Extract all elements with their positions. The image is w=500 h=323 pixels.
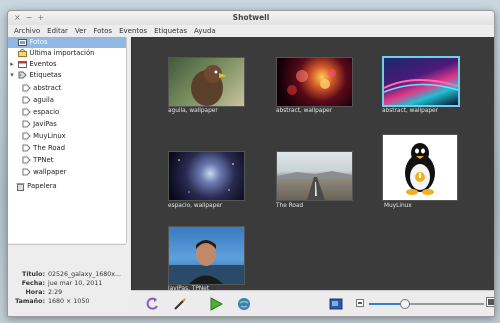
menu-ayuda[interactable]: Ayuda: [194, 27, 216, 35]
fullscreen-icon[interactable]: [329, 296, 343, 310]
photo-info-panel: Título: 02526_galaxy_1680x... Fecha: jue m…: [8, 244, 126, 316]
photo-thumbnail-espacio[interactable]: [168, 151, 245, 201]
enhance-icon[interactable]: [173, 297, 187, 311]
menu-editar[interactable]: Editar: [47, 27, 68, 35]
photo-thumbnail-abstract-waves[interactable]: [382, 56, 460, 107]
rotate-icon[interactable]: [145, 297, 159, 311]
sidebar-item-fotos[interactable]: Fotos: [8, 37, 126, 48]
info-date-row: Fecha: jue mar 10, 2011: [21, 280, 103, 287]
tag-icon: [22, 108, 31, 116]
photo-caption: aguila, wallpaper: [168, 108, 218, 114]
tag-icon: [22, 168, 31, 176]
menu-archivo[interactable]: Archivo: [14, 27, 40, 35]
tag-icon: [22, 156, 31, 164]
zoom-slider-handle[interactable]: [399, 299, 410, 309]
galaxy-image: [178, 159, 234, 193]
photo-thumbnail-javipas[interactable]: [168, 226, 245, 285]
sidebar-tag-abstract[interactable]: abstract: [22, 83, 61, 94]
collapse-icon[interactable]: ▾: [8, 70, 16, 81]
info-title-row: Título: 02526_galaxy_1680x...: [22, 271, 122, 278]
info-time-row: Hora: 2:29: [25, 289, 63, 296]
shotwell-window: × − + Shotwell Archivo Editar Ver Fotos …: [7, 10, 495, 317]
sidebar: Fotos Última importación ▸ Eventos ▾ Eti…: [8, 37, 127, 243]
tag-icon: [22, 96, 31, 104]
expander-icon[interactable]: ▸: [8, 59, 16, 70]
info-size-row: Tamaño: 1680 × 1050: [15, 298, 90, 305]
title-bar: × − + Shotwell: [8, 11, 494, 26]
zoom-in-icon[interactable]: [486, 297, 495, 307]
zoom-slider-fill: [369, 303, 404, 305]
photo-thumbnail-abstract-bokeh[interactable]: [276, 57, 353, 107]
menu-etiquetas[interactable]: Etiquetas: [154, 27, 187, 35]
tux-penguin-image: [405, 143, 435, 195]
photos-icon: [18, 39, 28, 46]
road-image: [277, 171, 352, 200]
menu-bar: Archivo Editar Ver Fotos Eventos Etiquet…: [8, 25, 494, 37]
photo-caption: abstract, wallpaper: [276, 108, 332, 114]
tag-icon: [22, 144, 31, 152]
eagle-image: [191, 65, 227, 106]
last-import-icon: [18, 49, 28, 57]
bokeh-image: [287, 69, 336, 95]
bottom-toolbar: [131, 290, 495, 316]
sidebar-item-eventos[interactable]: ▸ Eventos: [8, 59, 57, 70]
menu-fotos[interactable]: Fotos: [93, 27, 112, 35]
waves-image: [384, 78, 458, 93]
photo-grid: aguila, wallpaper abstract, wallpaper ab…: [131, 37, 494, 292]
tag-icon: [22, 84, 31, 92]
publish-icon[interactable]: [237, 297, 251, 311]
sidebar-tag-javipas[interactable]: JaviPas: [22, 119, 57, 130]
photo-caption: abstract, wallpaper: [382, 108, 438, 114]
sidebar-tag-aguila[interactable]: aguila: [22, 95, 54, 106]
portrait-image: [169, 240, 244, 284]
tag-icon: [22, 132, 31, 140]
play-slideshow-icon[interactable]: [209, 297, 223, 311]
photo-thumbnail-aguila[interactable]: [168, 57, 245, 107]
events-icon: [18, 61, 28, 68]
menu-eventos[interactable]: Eventos: [119, 27, 147, 35]
menu-ver[interactable]: Ver: [75, 27, 86, 35]
sidebar-item-etiquetas[interactable]: ▾ Etiquetas: [8, 70, 61, 81]
photo-caption: MuyLinux: [384, 203, 412, 209]
sidebar-tag-tpnet[interactable]: TPNet: [22, 155, 53, 166]
sidebar-tag-the-road[interactable]: The Road: [22, 143, 65, 154]
photo-thumbnail-the-road[interactable]: [276, 151, 353, 201]
sidebar-tag-espacio[interactable]: espacio: [22, 107, 59, 118]
sidebar-item-ultima-importacion[interactable]: Última importación: [8, 48, 94, 59]
photo-caption: The Road: [276, 203, 304, 209]
sidebar-item-papelera[interactable]: Papelera: [16, 181, 57, 192]
sidebar-tag-wallpaper[interactable]: wallpaper: [22, 167, 66, 178]
sidebar-tag-muylinux[interactable]: MuyLinux: [22, 131, 66, 142]
trash-icon: [16, 182, 25, 191]
window-title: Shotwell: [232, 13, 270, 22]
tag-icon: [22, 120, 31, 128]
zoom-out-icon[interactable]: [356, 299, 364, 307]
tags-icon: [18, 71, 27, 79]
photo-thumbnail-muylinux[interactable]: [382, 134, 458, 201]
photo-caption: espacio, wallpaper: [168, 203, 223, 209]
